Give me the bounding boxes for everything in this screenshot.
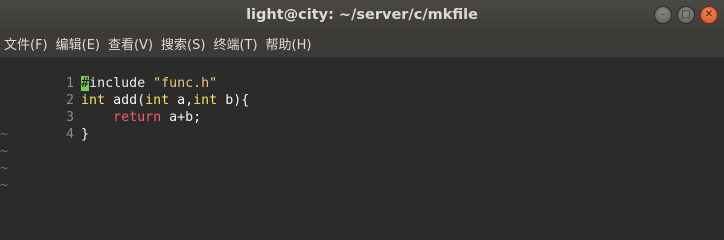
window-title: light@city: ~/server/c/mkfile <box>246 7 478 23</box>
window-controls: – □ ✕ <box>654 6 718 24</box>
code-text: } <box>81 127 90 142</box>
empty-line-marker: ~ <box>0 178 9 193</box>
line-number: 4 <box>66 127 75 142</box>
menu-help[interactable]: 帮助(H) <box>264 34 318 53</box>
maximize-icon: □ <box>681 9 691 20</box>
empty-line-marker: ~ <box>0 161 9 176</box>
close-icon: ✕ <box>704 9 714 20</box>
scrollbar[interactable] <box>720 57 724 203</box>
code-line: 2 int add(int a,int b){ <box>0 75 724 108</box>
menu-view[interactable]: 查看(V) <box>106 34 159 53</box>
terminal-window: light@city: ~/server/c/mkfile – □ ✕ 文件(F… <box>0 0 724 203</box>
empty-line-marker: ~ <box>0 127 9 142</box>
minimize-icon: – <box>660 9 666 20</box>
minimize-button[interactable]: – <box>654 6 672 24</box>
code-line: 1 #include "func.h" <box>0 58 724 91</box>
menu-file[interactable]: 文件(F) <box>2 34 54 53</box>
menu-edit[interactable]: 编辑(E) <box>54 34 106 53</box>
title-bar[interactable]: light@city: ~/server/c/mkfile – □ ✕ <box>0 0 724 30</box>
vim-editor[interactable]: 1 #include "func.h" 2 int add(int a,int b)… <box>0 57 724 203</box>
empty-line-marker: ~ <box>0 144 9 159</box>
menu-bar: 文件(F) 编辑(E) 查看(V) 搜索(S) 终端(T) 帮助(H) <box>0 30 724 57</box>
code-line: 4} <box>0 109 724 142</box>
close-button[interactable]: ✕ <box>700 6 718 24</box>
menu-terminal[interactable]: 终端(T) <box>211 34 263 53</box>
menu-search[interactable]: 搜索(S) <box>159 34 211 53</box>
maximize-button[interactable]: □ <box>677 6 695 24</box>
code-line: 3 return a+b; <box>0 92 724 125</box>
